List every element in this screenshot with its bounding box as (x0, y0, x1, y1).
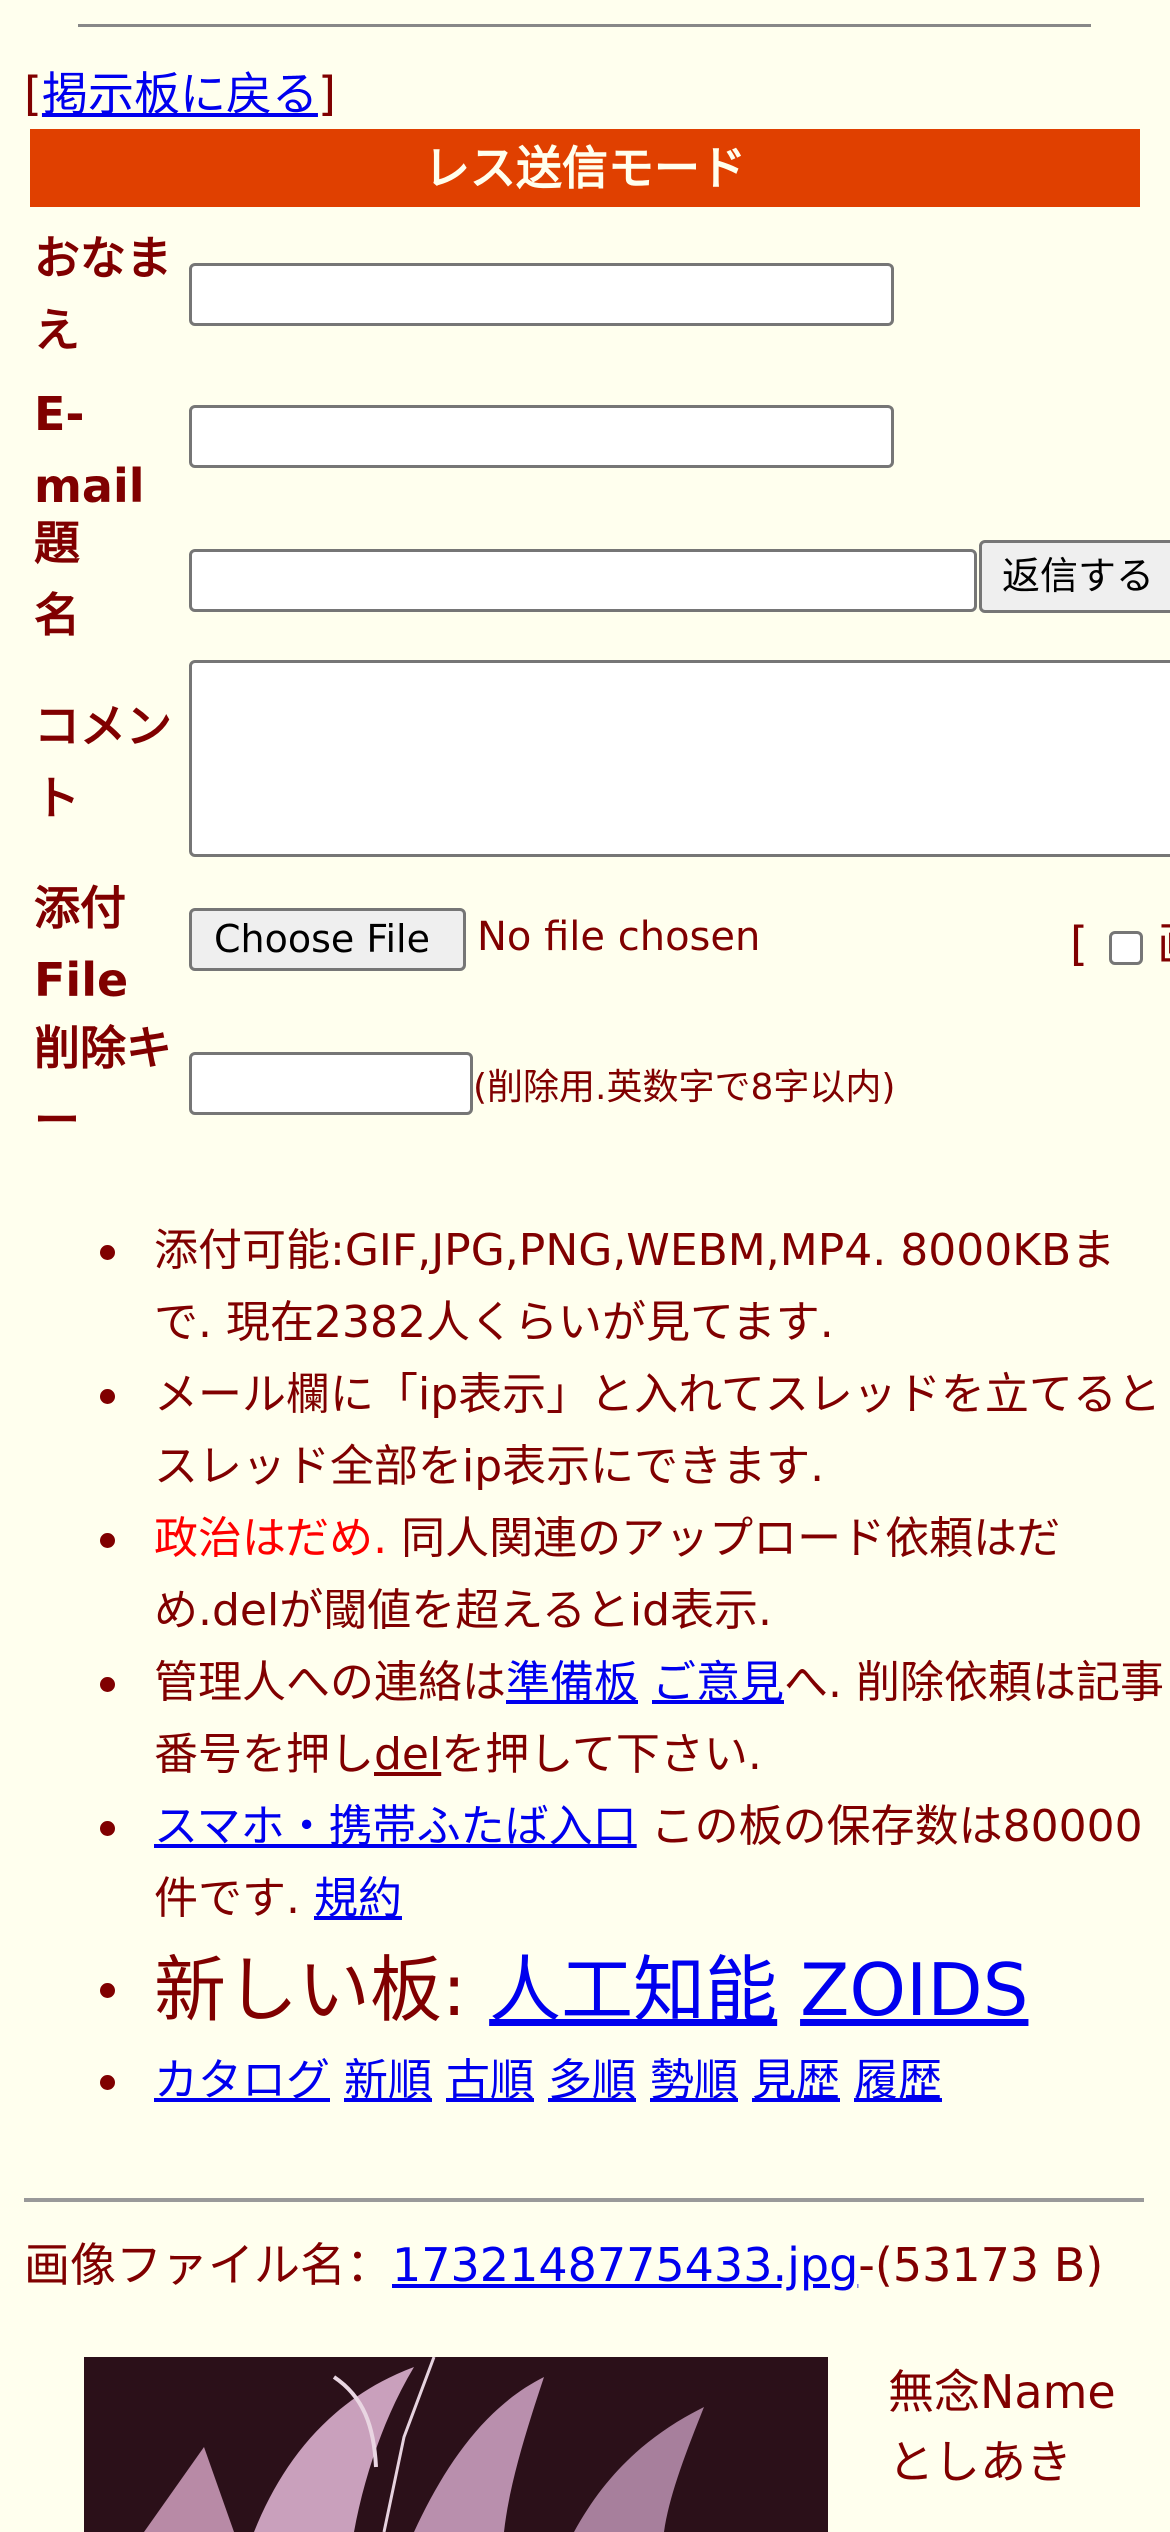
rule-new-boards: 新しい板: 人工知能 ZOIDS (0, 1935, 1170, 2045)
post-author: としあき (888, 2435, 1072, 2489)
board-rules-list: 添付可能:GIF,JPG,PNG,WEBM,MP4. 8000KBまで. 現在2… (0, 1215, 1170, 2117)
sort-most-link[interactable]: 多順 (548, 2055, 636, 2106)
reply-submit-button[interactable]: 返信する (979, 540, 1170, 613)
name-label: おなま え (34, 222, 172, 366)
delete-key-label-line1: 削除キ (34, 1021, 172, 1075)
no-file-status: No file chosen (477, 914, 761, 960)
name-input[interactable] (189, 263, 894, 326)
delete-key-label: 削除キ ー (34, 1012, 172, 1156)
rule-politics-warning: 政治はだめ. (154, 1513, 388, 1564)
post-thumbnail-image[interactable] (84, 2357, 828, 2532)
rule-contact-end: を押して下さい. (441, 1729, 762, 1780)
bracket-close: ] (317, 67, 336, 121)
back-to-board-link[interactable]: 掲示板に戻る (42, 67, 318, 121)
image-file-label: 画像ファイル名： (24, 2238, 392, 2292)
comment-label-line1: コメン (34, 699, 172, 753)
mobile-entrance-link[interactable]: スマホ・携帯ふたば入口 (154, 1801, 637, 1852)
back-link-wrapper: [掲示板に戻る] (24, 58, 336, 124)
catalog-link[interactable]: カタログ (154, 2055, 330, 2106)
comment-label: コメン ト (34, 690, 172, 834)
image-file-size: -(53173 B) (858, 2238, 1104, 2292)
name-label-line2: え (34, 303, 80, 357)
name-label-line1: おなま (34, 231, 172, 285)
rule-contact: 管理人への連絡は準備板 ご意見へ. 削除依頼は記事番号を押しdelを押して下さい… (0, 1647, 1170, 1791)
feedback-link[interactable]: ご意見 (652, 1657, 784, 1708)
del-link[interactable]: del (374, 1729, 441, 1780)
sort-newest-link[interactable]: 新順 (344, 2055, 432, 2106)
rule-attachments-text: 添付可能:GIF,JPG,PNG,WEBM,MP4. 8000KBまで. 現在2… (154, 1225, 1116, 1348)
view-history-link[interactable]: 見歴 (752, 2055, 840, 2106)
attach-label-line1: 添付 (34, 881, 126, 935)
comment-label-line2: ト (34, 771, 80, 825)
thumbnail-artwork (84, 2357, 828, 2532)
prep-board-link[interactable]: 準備板 (506, 1657, 638, 1708)
subject-input[interactable] (189, 549, 977, 612)
image-option-bracket: [ (1070, 917, 1088, 971)
attach-label: 添付 File (34, 872, 128, 1016)
bracket-open: [ (24, 67, 42, 121)
rule-attachments: 添付可能:GIF,JPG,PNG,WEBM,MP4. 8000KBまで. 現在2… (0, 1215, 1170, 1359)
image-option-checkbox[interactable] (1108, 930, 1143, 965)
sort-oldest-link[interactable]: 古順 (446, 2055, 534, 2106)
email-input[interactable] (189, 405, 894, 468)
post-header: 無念Name としあき (888, 2357, 1116, 2497)
rule-politics: 政治はだめ. 同人関連のアップロード依頼はだめ.delが閾値を超えるとid表示. (0, 1503, 1170, 1647)
terms-link[interactable]: 規約 (314, 1873, 402, 1924)
rule-contact-sep (638, 1657, 652, 1708)
new-boards-sep (777, 1948, 800, 2032)
subject-label: 題 名 (34, 507, 80, 651)
rule-sort-links: カタログ 新順 古順 多順 勢順 見歴 履歴 (0, 2045, 1170, 2117)
image-file-link[interactable]: 1732148775433.jpg (392, 2238, 858, 2292)
subject-label-line1: 題 (34, 516, 80, 570)
comment-textarea[interactable] (189, 660, 1170, 857)
delete-key-note: (削除用.英数字で8字以内) (473, 1067, 896, 1108)
choose-file-button[interactable]: Choose File (189, 908, 466, 971)
image-file-info: 画像ファイル名：1732148775433.jpg-(53173 B) (24, 2235, 1144, 2295)
reply-mode-banner: レス送信モード (30, 129, 1140, 207)
post-history-link[interactable]: 履歴 (854, 2055, 942, 2106)
attach-label-line2: File (34, 953, 129, 1007)
delete-key-label-line2: ー (34, 1093, 80, 1147)
subject-label-line2: 名 (34, 588, 80, 642)
rule-contact-text: 管理人への連絡は (154, 1657, 506, 1708)
ai-board-link[interactable]: 人工知能 (489, 1948, 777, 2032)
delete-key-input[interactable] (189, 1052, 473, 1115)
sort-momentum-link[interactable]: 勢順 (650, 2055, 738, 2106)
new-boards-label: 新しい板: (154, 1948, 490, 2032)
top-divider (78, 24, 1091, 27)
image-option: [ 画 (1070, 908, 1170, 974)
zoids-board-link[interactable]: ZOIDS (800, 1948, 1028, 2032)
post-name-label: 無念Name (888, 2365, 1116, 2419)
rule-mobile: スマホ・携帯ふたば入口 この板の保存数は80000件です. 規約 (0, 1791, 1170, 1935)
email-label-line1: E- (34, 387, 85, 441)
rule-ip-display: メール欄に「ip表示」と入れてスレッドを立てるとスレッド全部をip表示にできます… (0, 1359, 1170, 1503)
thread-divider (24, 2198, 1144, 2202)
image-option-text: 画 (1157, 917, 1170, 971)
email-label: E- mail (34, 378, 145, 522)
rule-ip-display-text: メール欄に「ip表示」と入れてスレッドを立てるとスレッド全部をip表示にできます… (154, 1369, 1161, 1492)
